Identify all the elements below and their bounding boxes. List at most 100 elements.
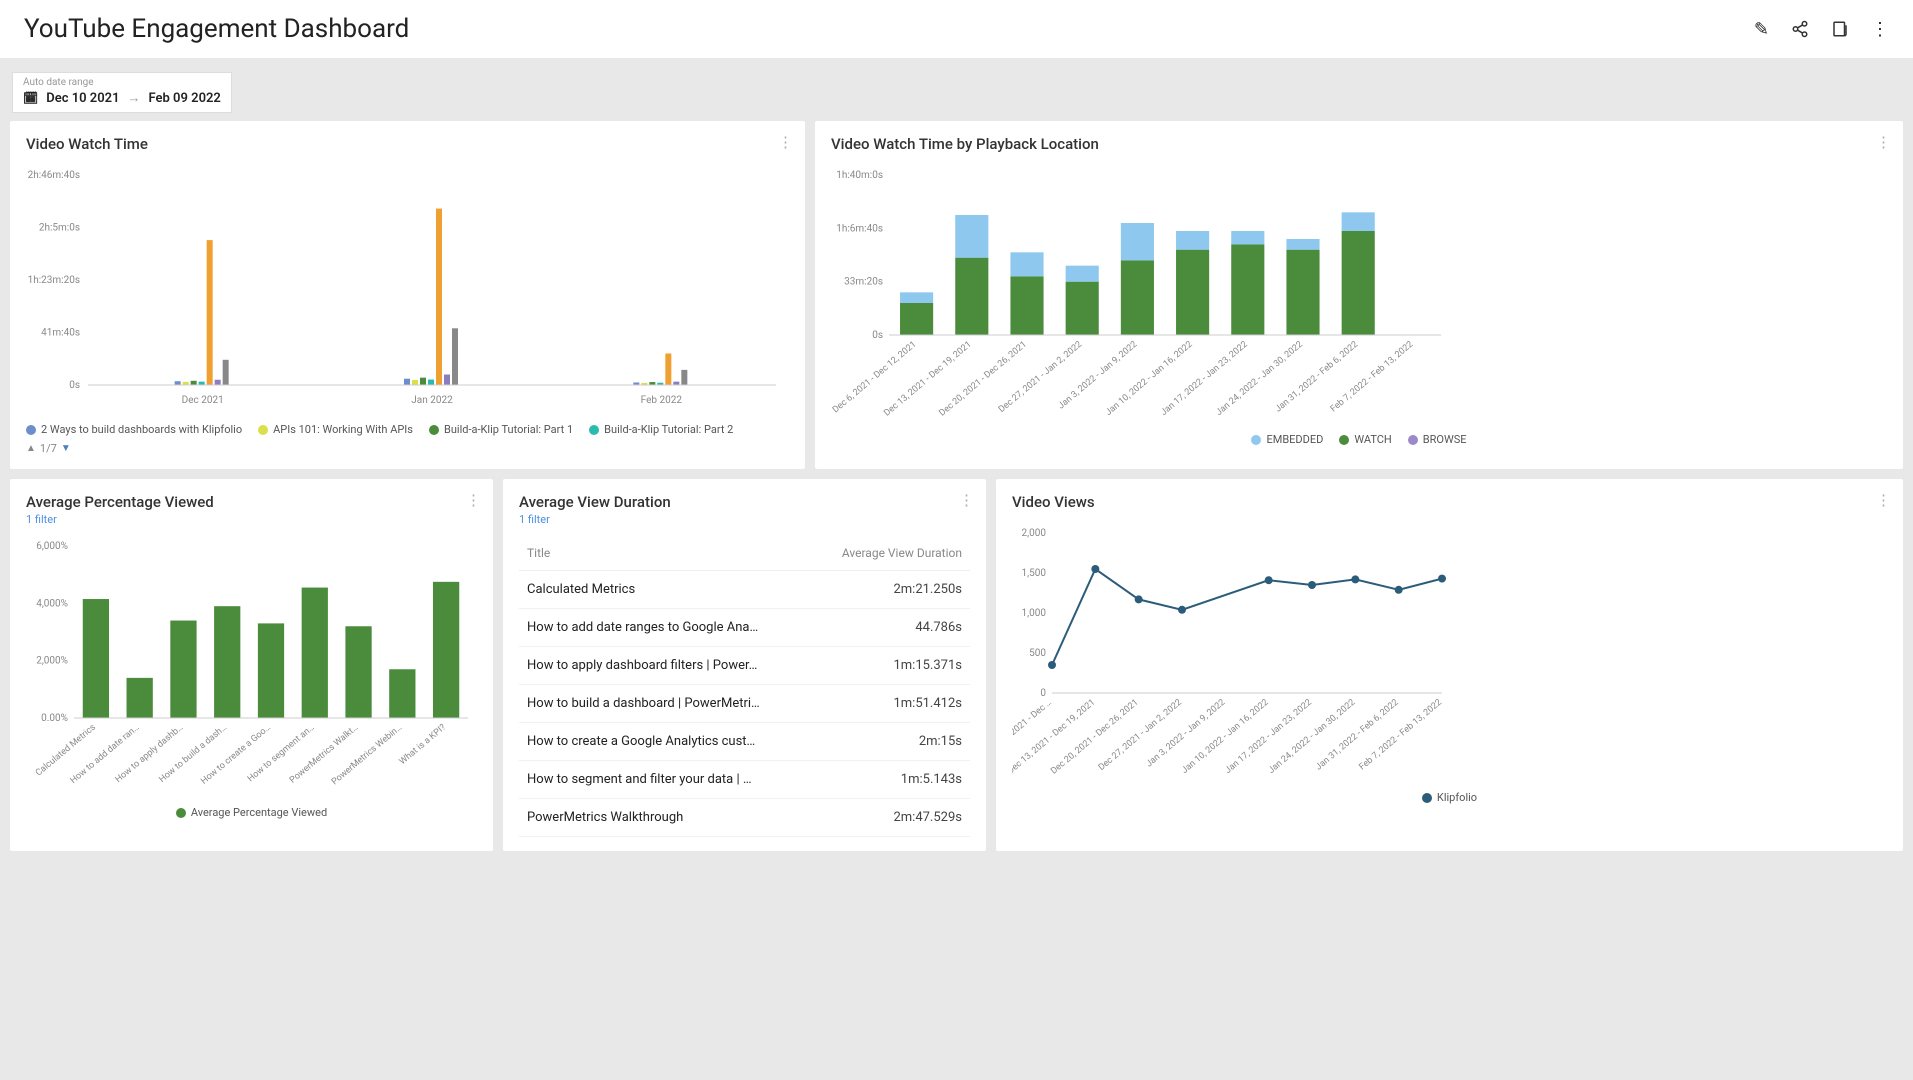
cell-duration: 44.786s [798,609,970,647]
svg-text:Jan 31, 2022 - Feb 6, 2022: Jan 31, 2022 - Feb 6, 2022 [1314,698,1401,773]
svg-text:What is a KPI?: What is a KPI? [398,723,448,767]
cell-duration: 1m:15.371s [798,647,970,685]
svg-text:41m:40s: 41m:40s [41,328,80,339]
legend-watch-time: 2 Ways to build dashboards with Klipfoli… [26,423,789,455]
legend-item[interactable]: Build-a-Klip Tutorial: Part 2 [589,423,733,436]
card-menu-avg-dur[interactable]: ⋮ [959,491,974,509]
legend-item[interactable]: BROWSE [1408,433,1467,446]
svg-text:33m:20s: 33m:20s [844,277,883,288]
chart-watch-time: 0s41m:40s1h:23m:20s2h:5m:0s2h:46m:40sDec… [26,165,789,415]
more-icon[interactable]: ⋮ [1871,19,1889,40]
card-title-watch-time: Video Watch Time [26,135,789,153]
legend-item[interactable]: EMBEDDED [1251,433,1323,446]
cell-duration: 2m:21.250s [798,571,970,609]
cell-title: Calculated Metrics [519,571,798,609]
dashboard-row-1: Video Watch Time ⋮ 0s 41m:40s 1h:23m:20s 2h… [0,121,1913,479]
svg-text:1h:6m:40s: 1h:6m:40s [836,223,883,234]
legend-pager[interactable]: ▲1/7▼ [26,442,71,455]
cell-title: PowerMetrics Walkthrough [519,799,798,837]
card-title-avg-dur: Average View Duration [519,493,970,511]
card-filter-avg-dur[interactable]: 1 filter [519,513,970,526]
date-bar: Auto date range 🗓 Dec 10 2021 → Feb 09 2… [0,58,1913,121]
svg-text:0s: 0s [872,330,883,341]
page-title: YouTube Engagement Dashboard [24,14,409,44]
date-range-auto-label: Auto date range [13,73,231,88]
chart-avg-pct: 0.00%2,000%4,000%6,000%Calculated Metric… [26,538,477,798]
cell-title: How to add date ranges to Google Ana… [519,609,798,647]
legend-avg-pct: Average Percentage Viewed [26,806,477,819]
chevron-down-icon[interactable]: ▼ [61,443,71,454]
card-watch-time: Video Watch Time ⋮ 0s 41m:40s 1h:23m:20s 2h… [10,121,805,469]
cell-title: How to build a dashboard | PowerMetri… [519,685,798,723]
svg-text:Jan 3, 2022 - Jan 9, 2022: Jan 3, 2022 - Jan 9, 2022 [1144,698,1227,770]
svg-text:2h:5m:0s: 2h:5m:0s [39,223,80,234]
svg-text:Jan 17, 2022 - Jan 23, 2022: Jan 17, 2022 - Jan 23, 2022 [1223,698,1314,776]
svg-text:1,500: 1,500 [1022,568,1047,579]
svg-text:1h:23m:20s: 1h:23m:20s [28,275,80,286]
table-row[interactable]: Calculated Metrics2m:21.250s [519,571,970,609]
svg-text:Jan 24, 2022 - Jan 30, 2022: Jan 24, 2022 - Jan 30, 2022 [1267,698,1358,776]
legend-item[interactable]: Build-a-Klip Tutorial: Part 1 [429,423,573,436]
page-header: YouTube Engagement Dashboard ✎ ⋮ [0,0,1913,58]
calendar-icon: 🗓 [23,91,38,105]
cell-duration: 2m:47.529s [798,799,970,837]
svg-text:Dec 13, 2021 - Dec 19, 2021: Dec 13, 2021 - Dec 19, 2021 [882,340,973,419]
svg-text:Jan 2022: Jan 2022 [411,395,453,406]
svg-text:2,000%: 2,000% [36,656,68,667]
card-avg-dur: Average View Duration 1 filter ⋮ Title A… [503,479,986,851]
card-menu-avg-pct[interactable]: ⋮ [466,491,481,509]
date-range-picker[interactable]: Auto date range 🗓 Dec 10 2021 → Feb 09 2… [12,72,232,113]
legend-item[interactable]: Klipfolio [1422,791,1477,804]
svg-text:0s: 0s [69,380,80,391]
svg-text:Feb 7, 2022 - Feb 13, 2022: Feb 7, 2022 - Feb 13, 2022 [1357,698,1443,773]
svg-text:500: 500 [1029,648,1046,659]
cell-title: How to apply dashboard filters | Power… [519,647,798,685]
chevron-up-icon[interactable]: ▲ [26,443,36,454]
legend-item[interactable]: APIs 101: Working With APIs [258,423,413,436]
card-avg-pct: Average Percentage Viewed 1 filter ⋮ 0.0… [10,479,493,851]
card-menu-playback-loc[interactable]: ⋮ [1876,133,1891,151]
legend-views: Klipfolio [1012,791,1887,804]
chart-playback-loc: 0s33m:20s1h:6m:40s1h:40m:0sDec 6, 2021 -… [831,165,1887,425]
legend-item[interactable]: 2 Ways to build dashboards with Klipfoli… [26,423,242,436]
legend-playback-loc: EMBEDDED WATCH BROWSE [831,433,1887,446]
table-header-title[interactable]: Title [519,536,798,571]
table-row[interactable]: PowerMetrics Walkthrough2m:47.529s [519,799,970,837]
table-avg-dur: Title Average View Duration Calculated M… [519,536,970,837]
edit-icon[interactable]: ✎ [1754,19,1769,40]
svg-text:Dec 27, 2021 - Jan 2, 2022: Dec 27, 2021 - Jan 2, 2022 [1097,698,1184,773]
card-title-views: Video Views [1012,493,1887,511]
table-row[interactable]: How to create a Google Analytics cust…2m… [519,723,970,761]
header-actions: ✎ ⋮ [1754,19,1889,40]
legend-item[interactable]: Average Percentage Viewed [176,806,327,819]
table-header-duration[interactable]: Average View Duration [798,536,970,571]
table-row[interactable]: How to segment and filter your data | …1… [519,761,970,799]
cell-duration: 1m:5.143s [798,761,970,799]
card-menu-watch-time[interactable]: ⋮ [778,133,793,151]
export-icon[interactable] [1831,20,1849,38]
card-views: Video Views ⋮ 05001,0001,5002,000Dec 6, … [996,479,1903,851]
date-range-end: Feb 09 2022 [149,91,221,106]
arrow-right-icon: → [128,90,141,106]
card-title-playback-loc: Video Watch Time by Playback Location [831,135,1887,153]
card-menu-views[interactable]: ⋮ [1876,491,1891,509]
date-range-start: Dec 10 2021 [46,91,119,106]
table-row[interactable]: How to add date ranges to Google Ana…44.… [519,609,970,647]
card-playback-loc: Video Watch Time by Playback Location ⋮ … [815,121,1903,469]
dashboard-row-2: Average Percentage Viewed 1 filter ⋮ 0.0… [0,479,1913,861]
svg-text:1h:40m:0s: 1h:40m:0s [836,170,883,181]
svg-text:Jan 10, 2022 - Jan 16, 2022: Jan 10, 2022 - Jan 16, 2022 [1180,698,1271,776]
share-icon[interactable] [1791,20,1809,38]
svg-text:0: 0 [1040,688,1046,699]
table-row[interactable]: How to apply dashboard filters | Power…1… [519,647,970,685]
legend-item[interactable]: WATCH [1339,433,1391,446]
svg-text:Feb 2022: Feb 2022 [641,395,683,406]
card-title-avg-pct: Average Percentage Viewed [26,493,477,511]
chart-views: 05001,0001,5002,000Dec 6, 2021 - Dec …De… [1012,523,1887,783]
svg-text:0.00%: 0.00% [41,713,68,724]
cell-title: How to segment and filter your data | … [519,761,798,799]
card-filter-avg-pct[interactable]: 1 filter [26,513,477,526]
table-row[interactable]: How to build a dashboard | PowerMetri…1m… [519,685,970,723]
svg-text:6,000%: 6,000% [36,541,68,552]
cell-title: How to create a Google Analytics cust… [519,723,798,761]
